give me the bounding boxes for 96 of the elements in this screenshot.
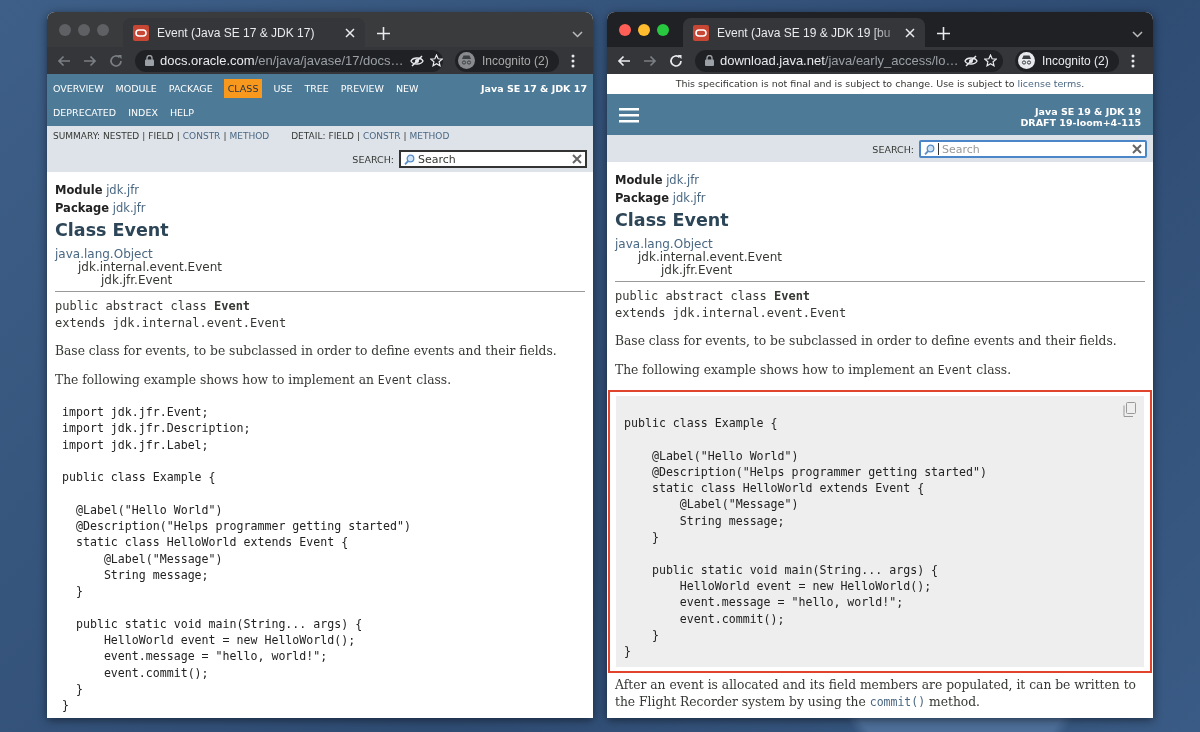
lock-icon bbox=[705, 55, 714, 66]
nav-link[interactable]: TREE bbox=[303, 80, 330, 97]
subnav-label: DETAIL: bbox=[291, 131, 326, 141]
separator: | bbox=[403, 131, 407, 141]
plus-icon[interactable] bbox=[377, 27, 390, 40]
package-line: Package jdk.jfr bbox=[55, 200, 147, 217]
clear-icon[interactable] bbox=[1132, 144, 1142, 154]
incognito-button[interactable]: Incognito (2) bbox=[455, 49, 559, 72]
nav-link[interactable]: OVERVIEW bbox=[52, 80, 105, 97]
url-text: download.java.net/java/early_access/lo… bbox=[720, 53, 959, 68]
paragraph: The following example shows how to implement an Event class. bbox=[55, 371, 453, 388]
incognito-button[interactable]: Incognito (2) bbox=[1015, 49, 1119, 72]
nav-link[interactable]: PACKAGE bbox=[167, 80, 214, 97]
superclass-link[interactable]: java.lang.Object bbox=[55, 247, 153, 261]
code-text: import jdk.jfr.Event; import jdk.jfr.Description; import jdk.jfr.Label; public class Example { @Label("Hello World") @Description("Helps programmer getting started") static class HelloWorld extends Event { @Label("Message") String message; } public static void main(String... args) { HelloWorld event = new HelloWorld(); event.message = "hello, world!"; event.commit(); } } bbox=[62, 404, 412, 714]
search-label: SEARCH: bbox=[872, 143, 914, 155]
search-input[interactable]: Search bbox=[418, 152, 569, 166]
class-signature: extends jdk.internal.event.Event bbox=[615, 304, 848, 321]
search-icon bbox=[404, 153, 415, 165]
nav-link[interactable]: INDEX bbox=[127, 104, 159, 121]
navigation-title: Java SE 17 & JDK 17 bbox=[481, 82, 587, 96]
notice-text: This specification is not final and is subject to change. Use is subject to license terms. bbox=[674, 77, 1086, 91]
type-name: jdk.jfr.Event bbox=[101, 273, 173, 287]
menu-icon[interactable] bbox=[619, 107, 639, 123]
close-icon[interactable] bbox=[345, 27, 355, 38]
nav-link[interactable]: PREVIEW bbox=[339, 80, 385, 97]
subnav-item: NESTED bbox=[103, 131, 140, 141]
incognito-icon bbox=[458, 52, 475, 69]
favicon-icon bbox=[133, 24, 149, 41]
nav-link[interactable]: MODULE bbox=[114, 80, 158, 97]
paragraph: Base class for events, to be subclassed in order to define events and their fields. bbox=[55, 343, 558, 360]
lock-icon bbox=[145, 55, 154, 66]
nav-link[interactable]: CLASS bbox=[223, 79, 263, 98]
star-icon[interactable] bbox=[429, 54, 443, 67]
nav-link[interactable]: HELP bbox=[168, 104, 196, 121]
separator: | bbox=[176, 131, 180, 141]
class-signature: public abstract class Event bbox=[615, 288, 812, 305]
star-icon[interactable] bbox=[984, 54, 998, 67]
more-icon[interactable] bbox=[570, 53, 575, 68]
close-icon[interactable] bbox=[905, 27, 915, 38]
package-line: Package jdk.jfr bbox=[615, 190, 707, 207]
paragraph: Base class for events, to be subclassed in order to define events and their fields. bbox=[615, 333, 1118, 350]
module-line: Module jdk.jfr bbox=[55, 182, 140, 199]
nav-link[interactable]: DEPRECATED bbox=[52, 104, 118, 121]
separator: | bbox=[356, 131, 360, 141]
forward-icon[interactable] bbox=[643, 54, 657, 67]
chevron-down-icon[interactable] bbox=[1132, 31, 1143, 38]
clear-icon[interactable] bbox=[572, 154, 582, 164]
subnav-item: FIELD bbox=[328, 131, 354, 141]
minimize-window-button[interactable] bbox=[638, 23, 650, 36]
search-icon bbox=[924, 143, 935, 155]
eye-slash-icon[interactable] bbox=[964, 54, 979, 67]
separator: | bbox=[142, 131, 146, 141]
search-label: SEARCH: bbox=[352, 153, 394, 165]
subnav-link[interactable]: CONSTR bbox=[362, 131, 401, 141]
address-bar[interactable]: download.java.net/java/early_access/lo… bbox=[695, 49, 1003, 72]
page-heading: Class Event bbox=[55, 220, 170, 240]
class-signature: public abstract class Event bbox=[55, 298, 252, 315]
plus-icon[interactable] bbox=[937, 27, 950, 40]
close-window-button[interactable] bbox=[619, 23, 631, 36]
module-line: Module jdk.jfr bbox=[615, 172, 700, 189]
search-input[interactable]: Search bbox=[942, 142, 1129, 156]
page-heading: Class Event bbox=[615, 210, 730, 230]
subnav-item: FIELD bbox=[148, 131, 174, 141]
class-signature: extends jdk.internal.event.Event bbox=[55, 314, 288, 331]
search-field[interactable]: Search bbox=[399, 150, 587, 168]
url-text: docs.oracle.com/en/java/javase/17/docs… bbox=[160, 53, 404, 68]
subnav-label: SUMMARY: bbox=[53, 131, 100, 141]
type-name: jdk.internal.event.Event bbox=[78, 260, 222, 274]
favicon-icon bbox=[693, 24, 709, 41]
eye-slash-icon[interactable] bbox=[409, 54, 424, 67]
superclass-link[interactable]: java.lang.Object bbox=[615, 237, 713, 251]
browser-tab[interactable]: Event (Java SE 17 & JDK 17) bbox=[123, 18, 365, 47]
forward-icon[interactable] bbox=[83, 54, 97, 67]
subnav-link[interactable]: METHOD bbox=[409, 131, 450, 141]
nav-link[interactable]: NEW bbox=[394, 80, 420, 97]
subnav-link[interactable]: METHOD bbox=[229, 131, 270, 141]
address-bar[interactable]: docs.oracle.com/en/java/javase/17/docs… bbox=[135, 49, 443, 72]
paragraph: The following example shows how to implement an Event class. bbox=[615, 361, 1013, 378]
search-field[interactable]: Search bbox=[919, 140, 1147, 158]
paragraph: After an event is allocated and its field members are populated, it can be written to the Flight Recorder system by using the commit() method. bbox=[615, 677, 1137, 711]
more-icon[interactable] bbox=[1130, 53, 1135, 68]
subnav-link[interactable]: CONSTR bbox=[182, 131, 221, 141]
tab-title: Event (Java SE 17 & JDK 17) bbox=[157, 25, 316, 40]
separator: | bbox=[223, 131, 227, 141]
zoom-window-button[interactable] bbox=[657, 23, 669, 36]
navigation-title: Java SE 19 & JDK 19 DRAFT 19-loom+4-115 bbox=[1020, 105, 1141, 128]
tab-title: Event (Java SE 19 & JDK 19 [bu bbox=[717, 25, 892, 40]
type-name: jdk.jfr.Event bbox=[661, 263, 733, 277]
browser-tab[interactable]: Event (Java SE 19 & JDK 19 [bu bbox=[683, 18, 925, 47]
chevron-down-icon[interactable] bbox=[572, 31, 583, 38]
code-link[interactable]: commit() bbox=[869, 694, 926, 709]
type-name: jdk.internal.event.Event bbox=[638, 250, 782, 264]
code-text: public class Example { @Label("Hello World") @Description("Helps programmer getting started") static class HelloWorld extends Event { @Label("Message") String message; } public static void main(String... args) { HelloWorld event = new HelloWorld(); event.message = "hello, world!"; event.commit(); } } bbox=[624, 415, 988, 660]
nav-link[interactable]: USE bbox=[272, 80, 294, 97]
incognito-icon bbox=[1018, 52, 1035, 69]
